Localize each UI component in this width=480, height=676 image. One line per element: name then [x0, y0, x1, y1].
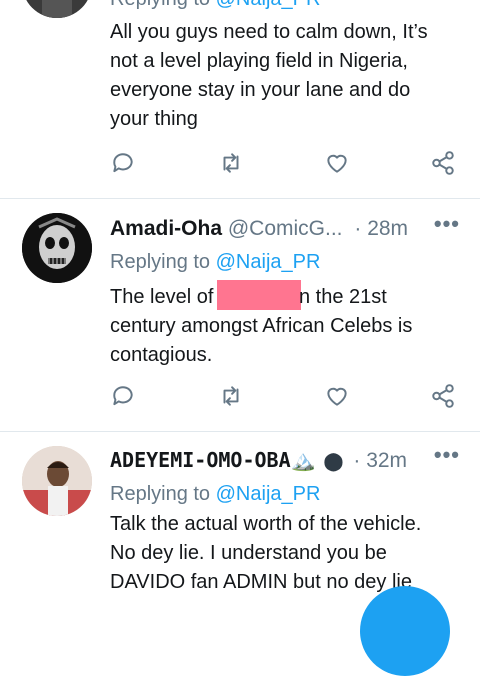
- avatar[interactable]: [22, 446, 92, 516]
- tweet-text-line: your thing: [110, 108, 198, 130]
- replying-handle[interactable]: @Naija_PR: [216, 251, 321, 273]
- reply-icon: [113, 386, 133, 406]
- tweet-text-line: All you guys need to calm down, It’s: [110, 21, 428, 43]
- tweet-text-segment: n the 21st: [298, 286, 387, 308]
- tweet-text: Talk the actual worth of the vehicle. No…: [110, 510, 455, 597]
- more-options-icon[interactable]: •••: [434, 442, 460, 468]
- replying-prefix: Replying to: [110, 0, 210, 10]
- share-button[interactable]: [430, 383, 458, 411]
- replying-to: Replying to @Naija_PR: [110, 251, 320, 274]
- tweet-text-line: contagious.: [110, 344, 213, 366]
- heart-icon: [327, 387, 347, 406]
- tweet-header: Amadi-Oha @ComicG... · 28m •••: [110, 211, 460, 247]
- tweet-time[interactable]: · 32m: [353, 449, 407, 472]
- display-name[interactable]: Amadi-Oha: [110, 217, 222, 240]
- compose-button[interactable]: [360, 586, 450, 676]
- retweet-button[interactable]: [218, 383, 246, 411]
- redaction-block: [216, 280, 301, 310]
- replying-handle[interactable]: @Naija_PR: [216, 0, 321, 10]
- avatar-image: [22, 213, 92, 283]
- share-icon: [432, 384, 454, 408]
- tweet-text-line: not a level playing field in Nigeria,: [110, 50, 408, 72]
- avatar[interactable]: [22, 0, 92, 18]
- tweet-text: All you guys need to calm down, It’s not…: [110, 18, 455, 134]
- like-button[interactable]: [324, 150, 352, 178]
- reply-icon: [113, 153, 133, 173]
- replying-prefix: Replying to: [110, 483, 211, 505]
- reply-button[interactable]: [110, 383, 138, 411]
- replying-handle[interactable]: @Naija_PR: [216, 483, 321, 505]
- replying-to: Replying to @Naija_PR: [110, 483, 320, 506]
- display-name[interactable]: ADEYEMI-OMO-OBA🏔️: [110, 448, 316, 472]
- tweet-text-line: everyone stay in your lane and do: [110, 79, 411, 101]
- tweet-text-segment: The level of: [110, 286, 219, 308]
- retweet-icon: [223, 386, 239, 406]
- tweet-text-line: No dey lie. I understand you be: [110, 542, 387, 564]
- tweet-1[interactable]: Replying to @Naija_PR All you guys need …: [0, 0, 480, 198]
- share-button[interactable]: [430, 150, 458, 178]
- heart-icon: [327, 154, 347, 173]
- reply-button[interactable]: [110, 150, 138, 178]
- tweet-2[interactable]: Amadi-Oha @ComicG... · 28m ••• Replying …: [0, 199, 480, 431]
- avatar[interactable]: [22, 213, 92, 283]
- tweet-text: The level of n the 21st century amongst …: [110, 280, 455, 370]
- tweet-text-line: century amongst African Celebs is: [110, 315, 413, 337]
- retweet-icon: [223, 153, 239, 173]
- avatar-image: [22, 446, 92, 516]
- tweet-actions: [110, 150, 460, 180]
- retweet-button[interactable]: [218, 150, 246, 178]
- user-handle[interactable]: @ComicG...: [228, 217, 343, 240]
- tweet-text-line: The level of n the 21st: [110, 280, 455, 312]
- more-options-icon[interactable]: •••: [434, 211, 460, 237]
- tweet-actions: [110, 383, 460, 413]
- replying-to: Replying to @Naija_PR: [110, 0, 320, 11]
- tweet-time[interactable]: · 28m: [354, 217, 408, 240]
- share-icon: [432, 151, 454, 175]
- avatar-image: [22, 0, 92, 18]
- user-handle-badge-icon: ⬤: [323, 451, 344, 471]
- tweet-text-line: Talk the actual worth of the vehicle.: [110, 513, 422, 535]
- like-button[interactable]: [324, 383, 352, 411]
- replying-prefix: Replying to: [110, 251, 211, 273]
- tweet-header: ADEYEMI-OMO-OBA🏔️ ⬤ · 32m •••: [110, 442, 460, 478]
